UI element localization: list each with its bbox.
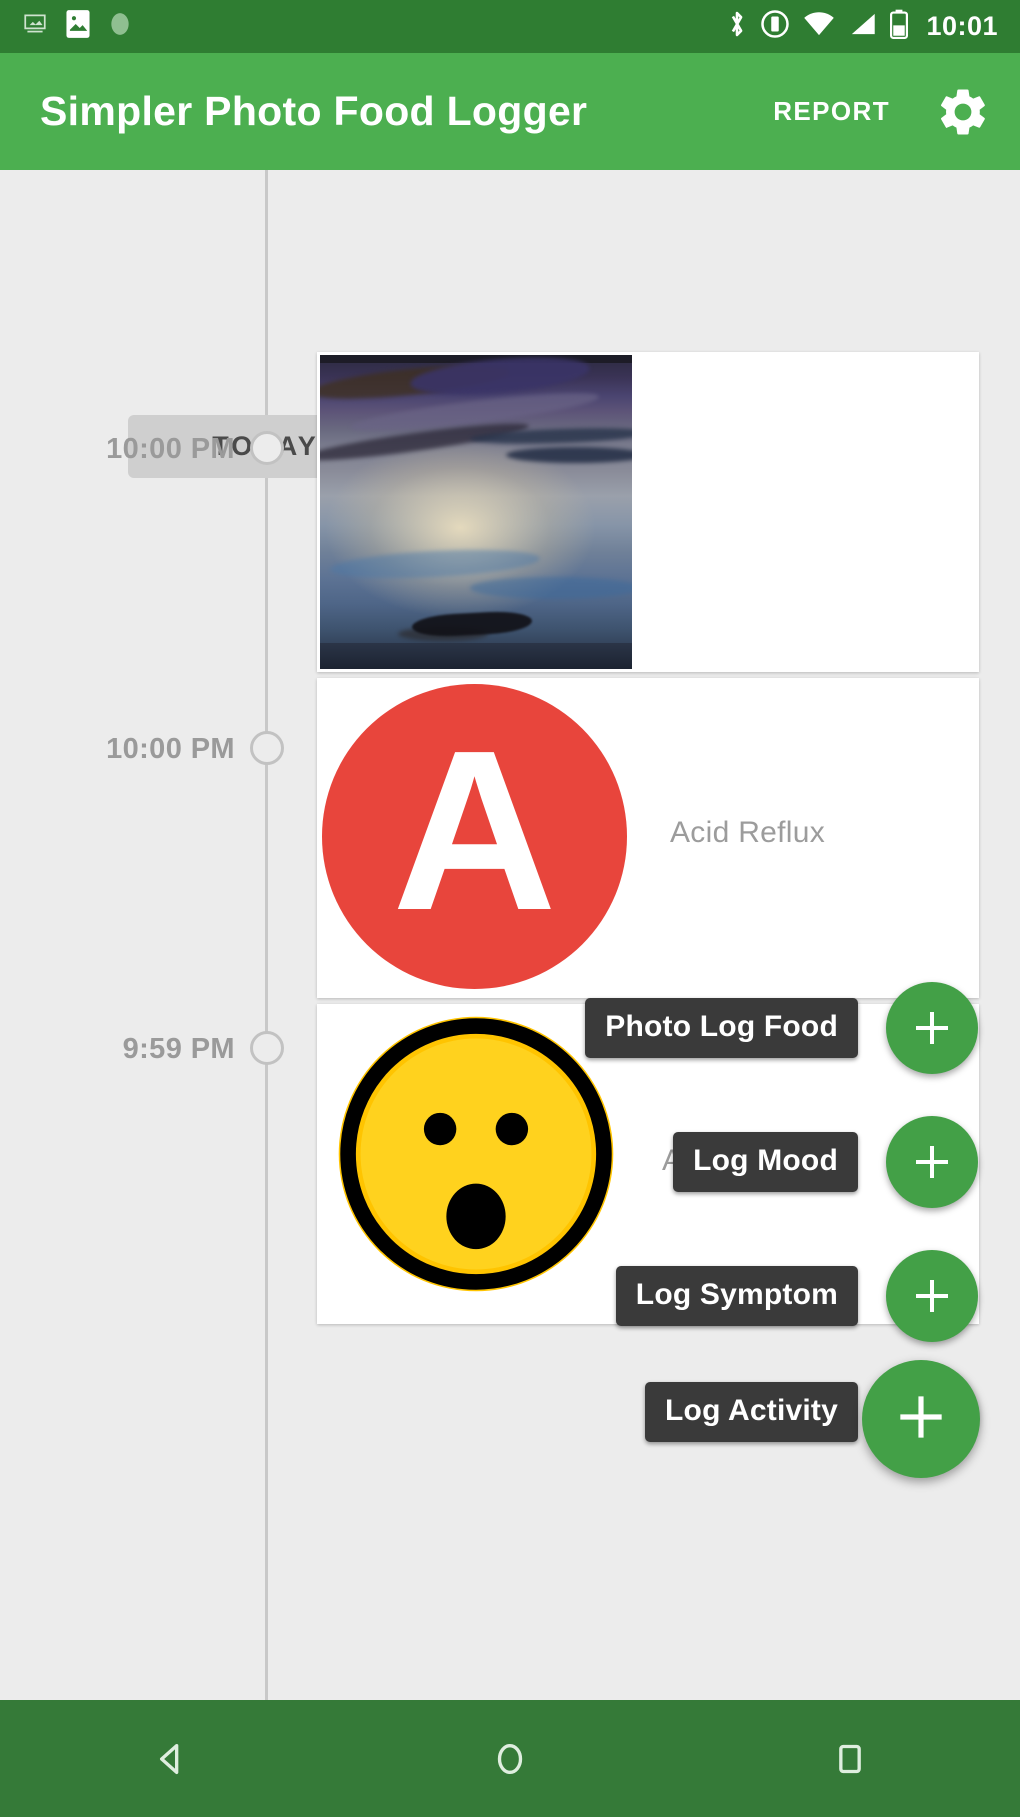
status-bar-left-icons (22, 9, 132, 44)
timeline-node (250, 731, 284, 765)
report-button[interactable]: REPORT (769, 90, 894, 133)
battery-icon (889, 9, 909, 44)
plus-icon[interactable] (886, 1116, 978, 1208)
timeline-node (250, 431, 284, 465)
android-nav-bar (0, 1700, 1020, 1817)
home-circle-icon[interactable] (450, 1700, 570, 1817)
timeline-node (250, 1031, 284, 1065)
speed-dial-label[interactable]: Log Mood (673, 1132, 858, 1192)
do-not-disturb-icon (760, 9, 790, 44)
main-fab-button[interactable] (862, 1360, 980, 1478)
speed-dial-label[interactable]: Log Activity (645, 1382, 858, 1442)
plus-icon[interactable] (886, 982, 978, 1074)
plus-icon[interactable] (886, 1250, 978, 1342)
app-bar: Simpler Photo Food Logger REPORT (0, 53, 1020, 170)
timeline-content: TODAY 10:00 PM 10:00 PM A Acid Reflux 9:… (0, 170, 1020, 1700)
entry-time-label: 10:00 PM (106, 433, 235, 465)
bluetooth-icon (727, 9, 747, 44)
gear-icon[interactable] (932, 81, 994, 143)
status-bar: 10:01 (0, 0, 1020, 53)
avatar: A (322, 684, 627, 989)
recents-square-icon[interactable] (790, 1700, 910, 1817)
app-bar-actions: REPORT (769, 81, 994, 143)
speed-dial-action-log-symptom[interactable]: Log Symptom (615, 1250, 978, 1342)
timeline-card-symptom[interactable]: A Acid Reflux (317, 678, 979, 998)
image-download-icon (22, 11, 48, 42)
back-triangle-icon[interactable] (110, 1700, 230, 1817)
plus-icon (890, 1386, 952, 1453)
food-photo-thumbnail[interactable] (320, 355, 632, 669)
timeline-rail (265, 170, 268, 1700)
avatar-letter: A (392, 703, 557, 958)
photo-icon (65, 9, 91, 44)
cellular-signal-icon (848, 10, 876, 43)
speed-dial-label[interactable]: Log Symptom (615, 1266, 858, 1326)
status-bar-clock: 10:01 (926, 11, 998, 41)
symptom-label: Acid Reflux (670, 816, 826, 849)
speed-dial-label[interactable]: Photo Log Food (585, 998, 858, 1058)
speed-dial-action-log-mood[interactable]: Log Mood (673, 1116, 978, 1208)
timeline-card-photo[interactable] (317, 352, 979, 672)
entry-time-label: 10:00 PM (106, 733, 235, 765)
entry-time-label: 9:59 PM (122, 1033, 235, 1065)
wifi-icon (803, 10, 835, 43)
app-title: Simpler Photo Food Logger (40, 88, 588, 134)
dot-icon (108, 11, 132, 42)
status-bar-right-icons: 10:01 (727, 9, 998, 44)
speed-dial-action-photo-log-food[interactable]: Photo Log Food (585, 982, 978, 1074)
